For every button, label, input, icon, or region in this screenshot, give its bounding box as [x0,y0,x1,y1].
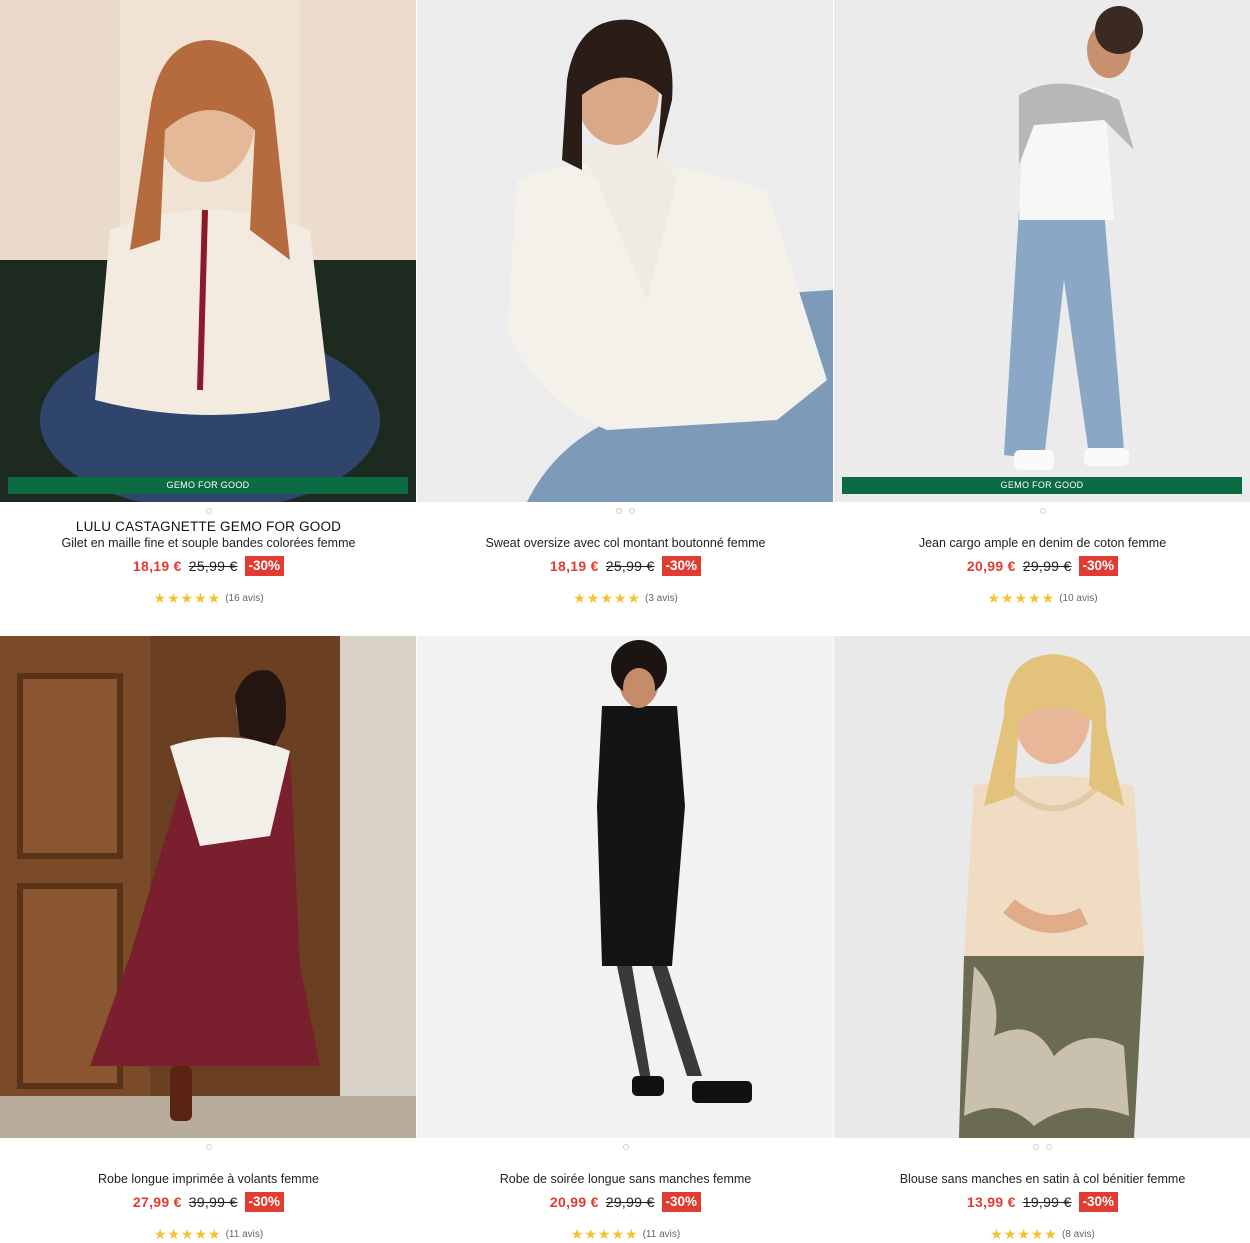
original-price: 25,99 € [188,558,238,574]
product-image[interactable]: GEMO FOR GOOD [834,0,1250,502]
carousel-dot[interactable] [616,508,622,514]
product-title[interactable]: Robe longue imprimée à volants femme [0,1171,417,1188]
carousel-dot[interactable] [622,1144,629,1150]
gemo-for-good-badge: GEMO FOR GOOD [842,477,1242,494]
sale-price: 27,99 € [132,1194,182,1210]
sale-price: 18,19 € [132,558,182,574]
product-title[interactable]: Robe de soirée longue sans manches femme [417,1171,834,1188]
price-row: 18,19 € 25,99 € -30% [0,556,417,576]
product-brand[interactable] [417,518,834,535]
price-row: 20,99 € 29,99 € -30% [834,556,1250,576]
sale-price: 20,99 € [966,558,1016,574]
product-card[interactable]: Sweat oversize avec col montant boutonné… [417,0,834,607]
carousel-dot[interactable] [1039,508,1046,514]
carousel-dot[interactable] [1033,1144,1039,1150]
original-price: 29,99 € [605,1194,655,1210]
rating[interactable]: ★★★★★ (16 avis) [0,590,417,607]
carousel-dot[interactable] [1046,1144,1052,1150]
original-price: 19,99 € [1022,1194,1072,1210]
discount-badge: -30% [1078,556,1119,576]
review-count[interactable]: (3 avis) [645,593,678,604]
sale-price: 13,99 € [966,1194,1016,1210]
image-carousel-dots[interactable] [417,504,834,518]
discount-badge: -30% [244,556,285,576]
product-title[interactable]: Gilet en maille fine et souple bandes co… [0,535,417,552]
review-count[interactable]: (10 avis) [1059,593,1097,604]
product-card[interactable]: GEMO FOR GOOD Jean cargo ample en denim … [834,0,1250,607]
product-brand[interactable] [834,1154,1250,1171]
product-image[interactable] [417,636,833,1138]
image-carousel-dots[interactable] [834,1140,1250,1154]
review-count[interactable]: (8 avis) [1062,1229,1095,1240]
rating[interactable]: ★★★★★ (8 avis) [834,1226,1250,1243]
discount-badge: -30% [661,556,702,576]
star-rating-icon: ★★★★★ [573,590,641,606]
carousel-dot[interactable] [205,508,212,514]
star-rating-icon: ★★★★★ [153,1226,222,1242]
review-count[interactable]: (11 avis) [226,1229,264,1240]
rating[interactable]: ★★★★★ (11 avis) [0,1226,417,1243]
product-image[interactable]: GEMO FOR GOOD [0,0,416,502]
product-brand[interactable]: LULU CASTAGNETTE GEMO FOR GOOD [0,518,417,535]
discount-badge: -30% [661,1192,702,1212]
star-rating-icon: ★★★★★ [990,1226,1058,1242]
carousel-dot[interactable] [629,508,635,514]
product-grid: GEMO FOR GOOD LULU CASTAGNETTE GEMO FOR … [0,0,1250,1242]
discount-badge: -30% [244,1192,285,1212]
rating[interactable]: ★★★★★ (3 avis) [417,590,834,607]
image-carousel-dots[interactable] [834,504,1250,518]
product-card[interactable]: Blouse sans manches en satin à col bénit… [834,636,1250,1243]
discount-badge: -30% [1078,1192,1119,1212]
original-price: 39,99 € [188,1194,238,1210]
product-card[interactable]: Robe de soirée longue sans manches femme… [417,636,834,1243]
image-carousel-dots[interactable] [0,504,417,518]
gemo-for-good-badge: GEMO FOR GOOD [8,477,408,494]
product-brand[interactable] [834,518,1250,535]
price-row: 20,99 € 29,99 € -30% [417,1192,834,1212]
star-rating-icon: ★★★★★ [153,590,222,606]
sale-price: 20,99 € [549,1194,599,1210]
product-image[interactable] [834,636,1250,1138]
original-price: 25,99 € [605,558,655,574]
star-rating-icon: ★★★★★ [987,590,1056,606]
star-rating-icon: ★★★★★ [570,1226,639,1242]
product-brand[interactable] [417,1154,834,1171]
image-carousel-dots[interactable] [417,1140,834,1154]
product-title[interactable]: Sweat oversize avec col montant boutonné… [417,535,834,552]
product-image[interactable] [0,636,416,1138]
rating[interactable]: ★★★★★ (11 avis) [417,1226,834,1243]
rating[interactable]: ★★★★★ (10 avis) [834,590,1250,607]
review-count[interactable]: (11 avis) [643,1229,681,1240]
product-brand[interactable] [0,1154,417,1171]
product-title[interactable]: Blouse sans manches en satin à col bénit… [834,1171,1250,1188]
price-row: 27,99 € 39,99 € -30% [0,1192,417,1212]
price-row: 13,99 € 19,99 € -30% [834,1192,1250,1212]
product-title[interactable]: Jean cargo ample en denim de coton femme [834,535,1250,552]
price-row: 18,19 € 25,99 € -30% [417,556,834,576]
product-card[interactable]: GEMO FOR GOOD LULU CASTAGNETTE GEMO FOR … [0,0,417,607]
image-carousel-dots[interactable] [0,1140,417,1154]
product-image[interactable] [417,0,833,502]
product-card[interactable]: Robe longue imprimée à volants femme 27,… [0,636,417,1243]
sale-price: 18,19 € [549,558,599,574]
review-count[interactable]: (16 avis) [225,593,263,604]
carousel-dot[interactable] [205,1144,212,1150]
original-price: 29,99 € [1022,558,1072,574]
